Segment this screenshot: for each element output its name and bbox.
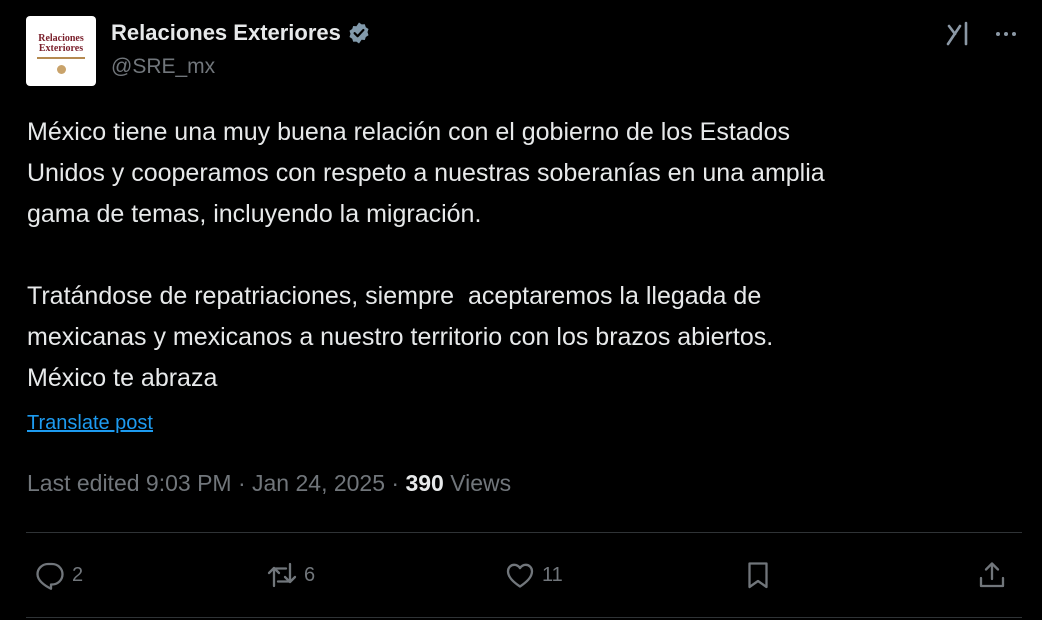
author-display-name[interactable]: Relaciones Exteriores [111, 20, 341, 46]
reply-count: 2 [72, 563, 84, 586]
author-handle[interactable]: @SRE_mx [111, 55, 371, 79]
heart-icon [506, 563, 534, 588]
bookmark-button[interactable] [742, 555, 774, 595]
bottom-divider [26, 617, 1022, 618]
avatar[interactable]: Relaciones Exteriores [26, 16, 96, 86]
repost-button[interactable]: 6 [266, 555, 315, 595]
avatar-seal-icon [56, 65, 66, 74]
like-button[interactable]: 11 [504, 555, 563, 595]
post-body-text: México tiene una muy buena relación con … [27, 118, 825, 392]
views-count: 390 [405, 470, 444, 496]
avatar-logo-text: Relaciones Exteriores [38, 33, 84, 54]
top-actions [944, 20, 1022, 48]
divider [26, 532, 1022, 533]
post-meta: Last edited 9:03 PM · Jan 24, 2025 · 390… [27, 470, 511, 497]
grok-icon[interactable] [944, 20, 972, 48]
repost-count: 6 [304, 563, 316, 586]
share-icon [979, 562, 1005, 588]
repost-icon [267, 562, 297, 588]
reply-button[interactable]: 2 [34, 555, 83, 595]
avatar-logo-divider [37, 57, 85, 59]
author-name-row: Relaciones Exteriores [111, 19, 371, 47]
author-block: Relaciones Exteriores @SRE_mx [111, 19, 371, 79]
verified-badge-icon [349, 22, 369, 44]
share-button[interactable] [976, 555, 1008, 595]
translate-post-link[interactable]: Translate post [27, 412, 153, 435]
views-label: Views [443, 470, 512, 496]
action-bar: 2 6 11 [26, 555, 1016, 595]
reply-icon [36, 562, 64, 590]
like-count: 11 [542, 563, 563, 586]
post-container: Relaciones Exteriores Relaciones Exterior… [0, 0, 1042, 620]
bookmark-icon [748, 562, 768, 589]
more-options-icon[interactable] [990, 20, 1022, 48]
post-timestamp[interactable]: Last edited 9:03 PM · Jan 24, 2025 · [27, 470, 405, 496]
